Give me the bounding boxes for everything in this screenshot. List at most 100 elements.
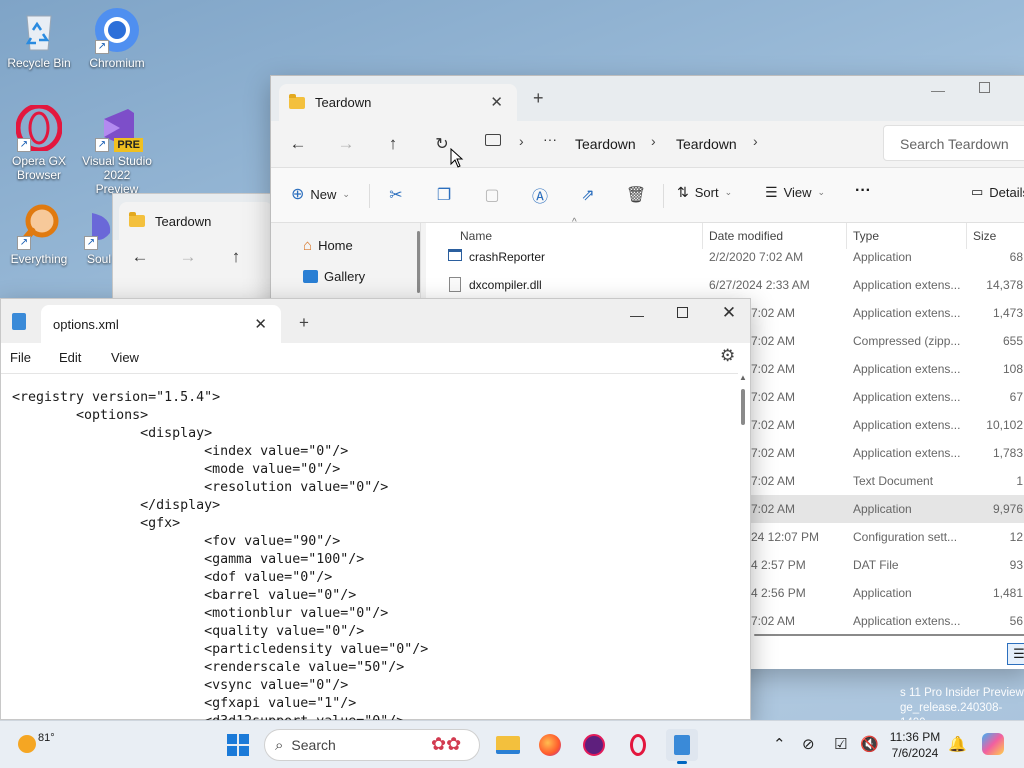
more-options-icon[interactable]: ···: [855, 182, 871, 200]
everything-search-icon: ↗: [15, 202, 63, 250]
folder-icon: [289, 93, 305, 109]
insider-watermark: s 11 Pro Insider Preview ge_release.2403…: [900, 687, 1024, 729]
desktop-icon-recycle-bin[interactable]: Recycle Bin: [4, 6, 74, 70]
chevron-up-icon[interactable]: ⌃: [773, 735, 786, 753]
new-tab-button[interactable]: +: [533, 88, 544, 109]
this-pc-icon[interactable]: [485, 134, 501, 146]
up-arrow-icon[interactable]: ↑: [378, 129, 408, 159]
maximize-icon[interactable]: [979, 82, 990, 93]
chevron-right-icon: ›: [651, 133, 656, 149]
desktop-icon-label-line2: 2022 Preview: [95, 168, 139, 196]
column-header-type[interactable]: Type: [853, 229, 879, 243]
desktop-icon-opera-gx[interactable]: ↗ Opera GX Browser: [4, 104, 74, 182]
app-icon: ↗: [82, 202, 116, 250]
breadcrumb-teardown-2[interactable]: Teardown: [676, 136, 737, 152]
text-line: <motionblur value="0"/>: [12, 606, 389, 621]
shortcut-arrow-icon: ↗: [17, 138, 31, 152]
notepad-taskbar-icon[interactable]: [666, 729, 698, 764]
explorer-window-secondary[interactable]: Teardown ← → ↑: [112, 193, 273, 303]
column-header-size[interactable]: Size: [973, 229, 996, 243]
text-line: <quality value="0"/>: [12, 624, 365, 639]
notepad-text-area[interactable]: <registry version="1.5.4"> <options> <di…: [1, 373, 738, 721]
desktop-icon-everything[interactable]: ↗ Everything: [4, 202, 74, 266]
vertical-scrollbar[interactable]: ▲: [739, 373, 747, 719]
notepad-menubar: File Edit View ⚙: [1, 343, 750, 373]
desktop-icon-label: Chromium: [89, 56, 145, 70]
explorer-navbar: ← → ↑ ↻ › ··· Teardown › Teardown › Sear…: [271, 121, 1024, 167]
explorer-tab[interactable]: Teardown ✕: [279, 84, 517, 121]
mouse-cursor-icon: [450, 148, 464, 168]
opera-gx-icon: ↗: [15, 104, 63, 152]
sidebar-item-gallery[interactable]: Gallery: [303, 269, 365, 284]
volume-muted-icon[interactable]: 🔇: [860, 735, 879, 753]
settings-gear-icon[interactable]: ⚙: [720, 346, 735, 366]
delete-icon[interactable]: 🗑: [623, 182, 649, 208]
back-arrow-icon[interactable]: ←: [125, 242, 155, 272]
sort-button[interactable]: ⇅ Sort ⌄: [677, 184, 732, 201]
network-off-icon[interactable]: ⊘: [802, 735, 815, 753]
plus-circle-icon: ⊕: [291, 186, 305, 203]
minimize-icon[interactable]: —: [931, 82, 945, 98]
paste-icon[interactable]: ▢: [479, 182, 505, 208]
notification-bell-icon[interactable]: 🔔: [948, 735, 967, 753]
file-row[interactable]: dxcompiler.dll 6/27/2024 2:33 AM Applica…: [426, 271, 1024, 299]
desktop-icon-label: Everything: [10, 252, 68, 266]
cut-icon[interactable]: ✂: [383, 182, 409, 208]
file-explorer-taskbar-icon[interactable]: [492, 729, 524, 761]
menu-edit[interactable]: Edit: [59, 350, 81, 365]
shortcut-arrow-icon: ↗: [95, 40, 109, 54]
details-button[interactable]: ▭ Details: [971, 184, 1024, 200]
more-path-icon[interactable]: ···: [543, 131, 557, 147]
minimize-icon[interactable]: —: [617, 307, 657, 323]
search-highlight-icon: ✿✿: [431, 734, 462, 754]
forward-arrow-icon[interactable]: →: [173, 242, 203, 272]
scrollbar-thumb[interactable]: [741, 389, 745, 425]
pane-scrollbar[interactable]: [417, 231, 420, 293]
breadcrumb-teardown-1[interactable]: Teardown: [575, 136, 636, 152]
text-line: <particledensity value="0"/>: [12, 642, 429, 657]
copilot-icon[interactable]: [982, 733, 1004, 755]
firefox-icon[interactable]: [534, 729, 566, 761]
sidebar-item-home[interactable]: ⌂ Home: [303, 237, 353, 254]
horizontal-scrollbar[interactable]: [754, 634, 1024, 636]
desktop-icon-soul[interactable]: ↗ Soul: [82, 202, 116, 266]
maximize-icon[interactable]: [677, 307, 688, 318]
system-clock[interactable]: 11:36 PM 7/6/2024: [880, 729, 950, 761]
opera-taskbar-icon[interactable]: [622, 729, 654, 761]
menu-view[interactable]: View: [111, 350, 139, 365]
close-tab-icon[interactable]: ✕: [490, 93, 503, 111]
desktop-icon-chromium[interactable]: ↗ Chromium: [82, 6, 152, 70]
visual-studio-icon: PRE ↗: [93, 104, 143, 152]
notepad-tab[interactable]: options.xml ✕: [41, 305, 281, 343]
explorer2-tab[interactable]: Teardown: [119, 202, 273, 240]
search-box[interactable]: Search Teardown: [883, 125, 1024, 161]
file-row[interactable]: crashReporter 2/2/2020 7:02 AM Applicati…: [426, 243, 1024, 271]
new-button[interactable]: ⊕ New ⌄: [291, 184, 350, 204]
tray-app-icon[interactable]: ☑: [834, 735, 847, 753]
new-tab-button[interactable]: +: [299, 313, 309, 333]
up-arrow-icon[interactable]: ↑: [221, 242, 251, 272]
rename-icon[interactable]: Ⓐ: [527, 182, 553, 208]
opera-gx-taskbar-icon[interactable]: [578, 729, 610, 761]
column-header-date[interactable]: Date modified: [709, 229, 783, 243]
desktop-icon-visual-studio[interactable]: PRE ↗ Visual Studio 2022 Preview: [82, 104, 152, 196]
weather-widget[interactable]: 81°: [18, 729, 55, 753]
menu-file[interactable]: File: [10, 350, 31, 365]
scroll-up-icon[interactable]: ▲: [739, 373, 747, 382]
taskbar-search[interactable]: ⌕ Search ✿✿: [264, 729, 480, 761]
copy-icon[interactable]: ❐: [431, 182, 457, 208]
search-input[interactable]: Search Teardown: [900, 136, 1009, 152]
share-icon[interactable]: ⇗: [575, 182, 601, 208]
view-button[interactable]: ☰ View ⌄: [765, 184, 825, 201]
close-window-icon[interactable]: ✕: [709, 303, 749, 323]
start-button[interactable]: [222, 729, 254, 761]
notepad-window[interactable]: options.xml ✕ + — ✕ File Edit View ⚙ <re…: [0, 298, 751, 721]
back-arrow-icon[interactable]: ←: [283, 129, 313, 159]
desktop-icon-label: Recycle Bin: [7, 56, 71, 70]
column-header-name[interactable]: Name: [460, 229, 492, 243]
forward-arrow-icon[interactable]: →: [331, 129, 361, 159]
chromium-icon: ↗: [93, 6, 141, 54]
text-line: <renderscale value="50"/>: [12, 660, 405, 675]
details-view-icon[interactable]: ☰: [1007, 643, 1024, 665]
close-tab-icon[interactable]: ✕: [254, 315, 267, 333]
